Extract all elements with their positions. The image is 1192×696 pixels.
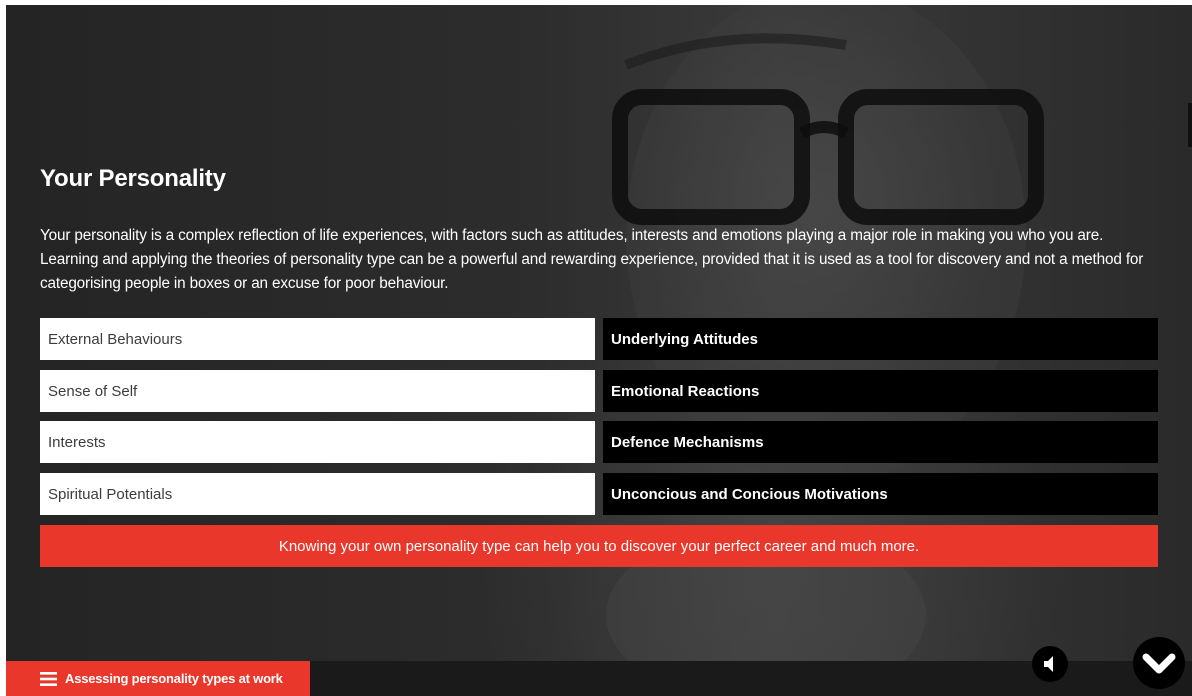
career-banner: Knowing your own personality type can he…	[40, 525, 1158, 567]
course-menu-label: Assessing personality types at work	[65, 671, 283, 686]
grid-cell-right: Defence Mechanisms	[603, 421, 1158, 463]
next-down-button[interactable]	[1133, 637, 1185, 689]
grid-cell-right: Unconcious and Concious Motivations	[603, 473, 1158, 515]
grid-cell-left: Spiritual Potentials	[40, 473, 595, 515]
grid-cell-left: Sense of Self	[40, 370, 595, 412]
grid-cell-left: External Behaviours	[40, 318, 595, 360]
right-edge-tab	[1188, 103, 1192, 147]
audio-button[interactable]	[1032, 646, 1068, 682]
intro-paragraph: Your personality is a complex reflection…	[40, 227, 1144, 292]
hamburger-icon	[40, 671, 57, 686]
speaker-icon	[1044, 656, 1053, 672]
course-menu-button[interactable]: Assessing personality types at work	[6, 661, 310, 696]
grid-cell-left: Interests	[40, 421, 595, 463]
slide-stage: Your Personality Your personality is a c…	[6, 5, 1192, 696]
grid-cell-right: Emotional Reactions	[603, 370, 1158, 412]
grid-cell-right: Underlying Attitudes	[603, 318, 1158, 360]
chevron-down-icon	[1142, 653, 1176, 674]
page-title: Your Personality	[40, 165, 226, 192]
